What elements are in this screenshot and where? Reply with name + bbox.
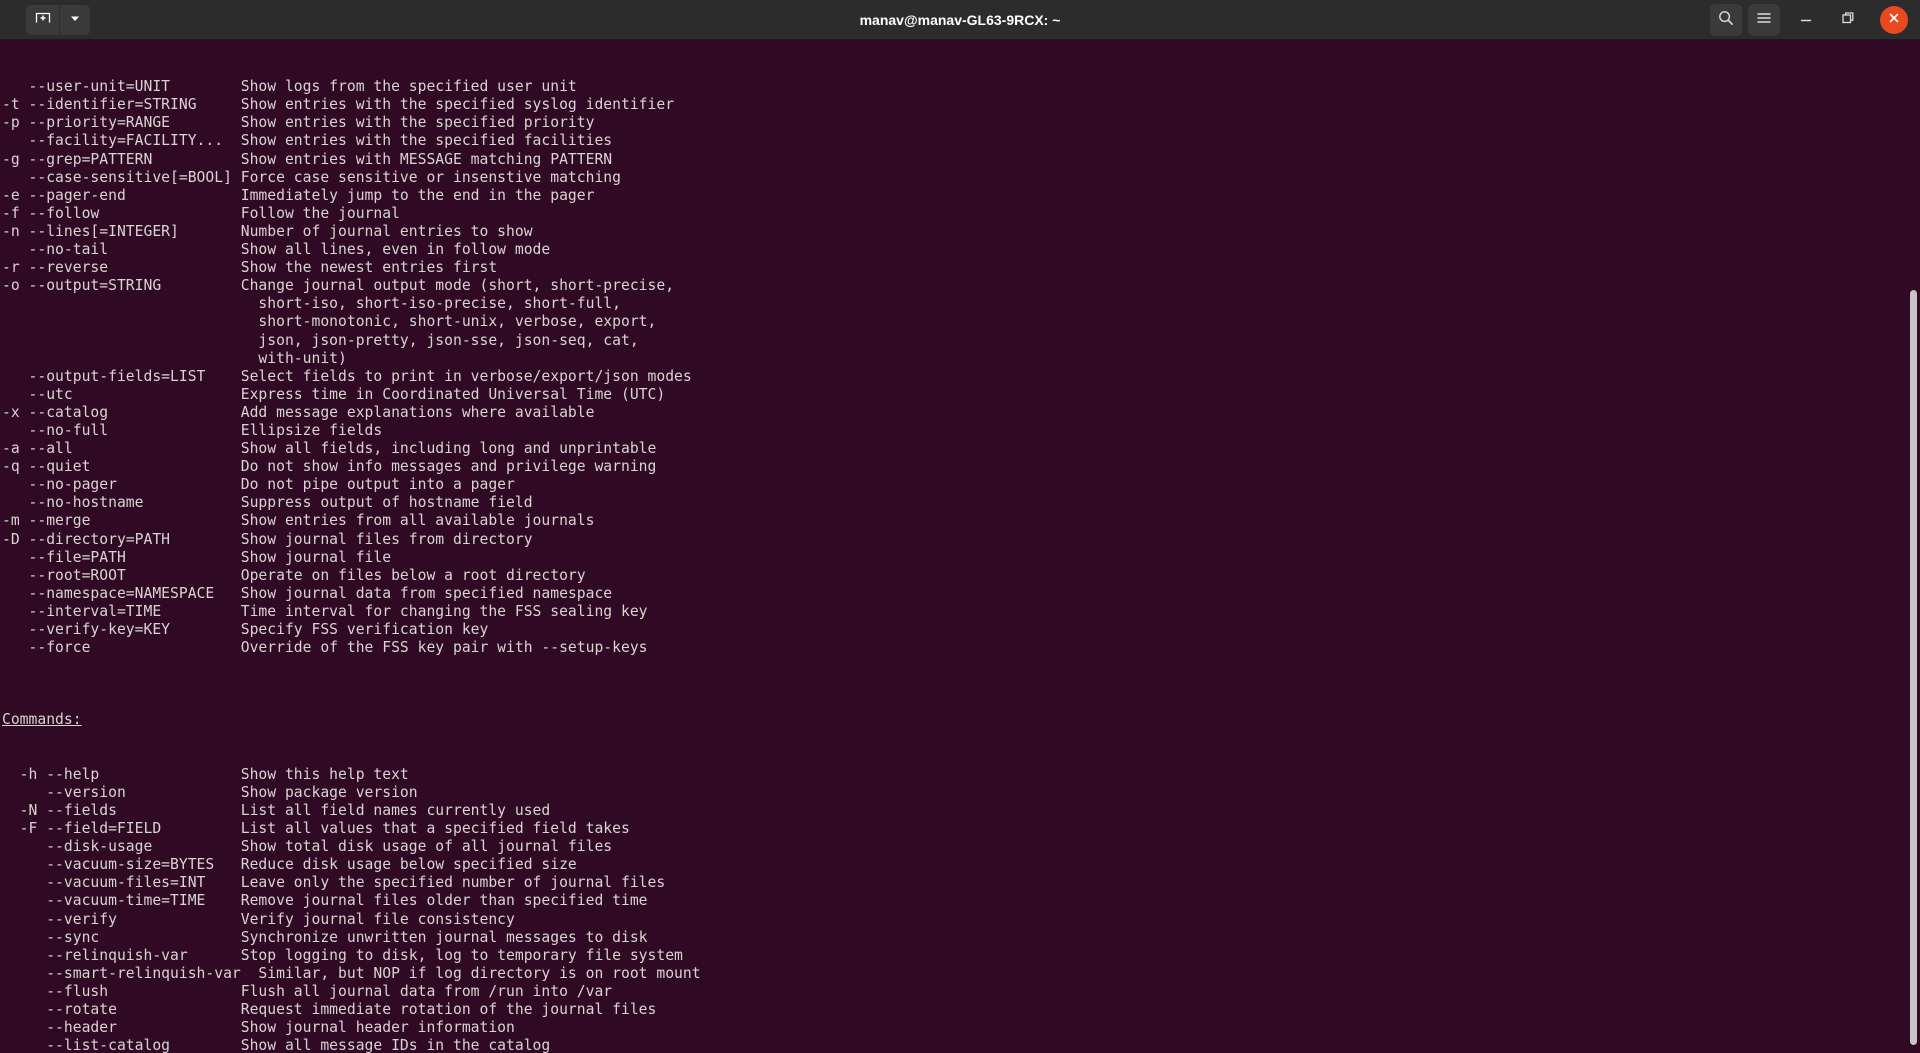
terminal-line: --verify Verify journal file consistency xyxy=(2,910,515,928)
terminal-line: --case-sensitive[=BOOL] Force case sensi… xyxy=(2,168,621,186)
terminal-line: -o --output=STRING Change journal output… xyxy=(2,277,675,295)
terminal-line: -a --all Show all fields, including long… xyxy=(2,440,657,458)
terminal-line: --no-full Ellipsize fields xyxy=(2,421,383,439)
terminal-line: -p --priority=RANGE Show entries with th… xyxy=(2,114,595,132)
terminal-line: --namespace=NAMESPACE Show journal data … xyxy=(2,584,613,602)
terminal-line: with-unit) xyxy=(2,349,347,367)
terminal-line: --file=PATH Show journal file xyxy=(2,548,392,566)
close-icon xyxy=(1886,10,1902,29)
terminal-line: --interval=TIME Time interval for changi… xyxy=(2,602,648,620)
new-tab-control-group xyxy=(26,4,90,35)
terminal-line: --sync Synchronize unwritten journal mes… xyxy=(2,928,648,946)
terminal-line: --header Show journal header information xyxy=(2,1019,515,1037)
journalctl-commands-block: -h --help Show this help text --version … xyxy=(2,766,701,1053)
new-tab-dropdown-button[interactable] xyxy=(60,4,90,35)
terminal-line: -t --identifier=STRING Show entries with… xyxy=(2,96,675,114)
chevron-down-icon xyxy=(68,11,82,28)
terminal-line: --vacuum-time=TIME Remove journal files … xyxy=(2,892,648,910)
terminal-line: --facility=FACILITY... Show entries with… xyxy=(2,132,613,150)
terminal-line: --vacuum-size=BYTES Reduce disk usage be… xyxy=(2,856,577,874)
terminal-line: --smart-relinquish-var Similar, but NOP … xyxy=(2,964,701,982)
terminal-line: -h --help Show this help text xyxy=(2,765,409,783)
minimize-button[interactable] xyxy=(1790,4,1822,36)
terminal-line: -m --merge Show entries from all availab… xyxy=(2,512,595,530)
terminal-output: --user-unit=UNIT Show logs from the spec… xyxy=(0,40,701,1053)
terminal-line: short-iso, short-iso-precise, short-full… xyxy=(2,295,621,313)
titlebar-left-controls xyxy=(8,4,90,35)
terminal-line: --version Show package version xyxy=(2,783,418,801)
window-title: manav@manav-GL63-9RCX: ~ xyxy=(859,11,1061,28)
terminal-line: -e --pager-end Immediately jump to the e… xyxy=(2,186,595,204)
terminal-line: --output-fields=LIST Select fields to pr… xyxy=(2,367,692,385)
minimize-icon xyxy=(1797,9,1815,30)
maximize-button[interactable] xyxy=(1832,4,1864,36)
terminal-line: --vacuum-files=INT Leave only the specif… xyxy=(2,874,666,892)
terminal-line: -r --reverse Show the newest entries fir… xyxy=(2,259,498,277)
terminal-line: -D --directory=PATH Show journal files f… xyxy=(2,530,533,548)
search-button[interactable] xyxy=(1710,3,1742,36)
menu-button[interactable] xyxy=(1748,3,1780,36)
terminal-line: --force Override of the FSS key pair wit… xyxy=(2,639,648,657)
terminal-line: --verify-key=KEY Specify FSS verificatio… xyxy=(2,621,489,638)
terminal-line: --rotate Request immediate rotation of t… xyxy=(2,1000,657,1018)
terminal-line: --disk-usage Show total disk usage of al… xyxy=(2,838,613,856)
terminal-line: --no-tail Show all lines, even in follow… xyxy=(2,241,551,259)
terminal-line: short-monotonic, short-unix, verbose, ex… xyxy=(2,313,657,331)
terminal-line: -g --grep=PATTERN Show entries with MESS… xyxy=(2,150,613,168)
terminal-line: -F --field=FIELD List all values that a … xyxy=(2,820,630,838)
maximize-icon xyxy=(1839,9,1857,30)
journalctl-options-block: --user-unit=UNIT Show logs from the spec… xyxy=(2,78,701,675)
terminal-line: --no-hostname Suppress output of hostnam… xyxy=(2,494,533,512)
terminal-line: --user-unit=UNIT Show logs from the spec… xyxy=(2,78,577,96)
terminal-scrollbar[interactable] xyxy=(1907,40,1920,1053)
terminal-line: --relinquish-var Stop logging to disk, l… xyxy=(2,946,683,964)
terminal-line: --list-catalog Show all message IDs in t… xyxy=(2,1037,551,1053)
terminal-line: -q --quiet Do not show info messages and… xyxy=(2,458,657,476)
terminal-line: --utc Express time in Coordinated Univer… xyxy=(2,385,666,403)
terminal-viewport[interactable]: --user-unit=UNIT Show logs from the spec… xyxy=(0,40,1920,1053)
terminal-line: --no-pager Do not pipe output into a pag… xyxy=(2,476,515,494)
commands-heading: Commands: xyxy=(2,711,82,729)
terminal-line: json, json-pretty, json-sse, json-seq, c… xyxy=(2,331,639,349)
hamburger-menu-icon xyxy=(1755,9,1773,30)
title-bar: manav@manav-GL63-9RCX: ~ xyxy=(0,0,1920,40)
scrollbar-thumb[interactable] xyxy=(1910,290,1917,1045)
new-tab-icon xyxy=(34,9,52,30)
terminal-window: manav@manav-GL63-9RCX: ~ --user-unit=UNI… xyxy=(0,0,1920,1053)
terminal-line: -f --follow Follow the journal xyxy=(2,204,400,222)
terminal-line: -n --lines[=INTEGER] Number of journal e… xyxy=(2,222,533,240)
terminal-line: -x --catalog Add message explanations wh… xyxy=(2,403,595,421)
search-icon xyxy=(1717,9,1735,30)
close-button[interactable] xyxy=(1880,5,1908,34)
terminal-line: --flush Flush all journal data from /run… xyxy=(2,982,613,1000)
new-tab-button[interactable] xyxy=(26,4,60,35)
terminal-line: --root=ROOT Operate on files below a roo… xyxy=(2,566,586,584)
titlebar-right-controls xyxy=(1710,3,1912,36)
terminal-line: -N --fields List all field names current… xyxy=(2,801,551,819)
